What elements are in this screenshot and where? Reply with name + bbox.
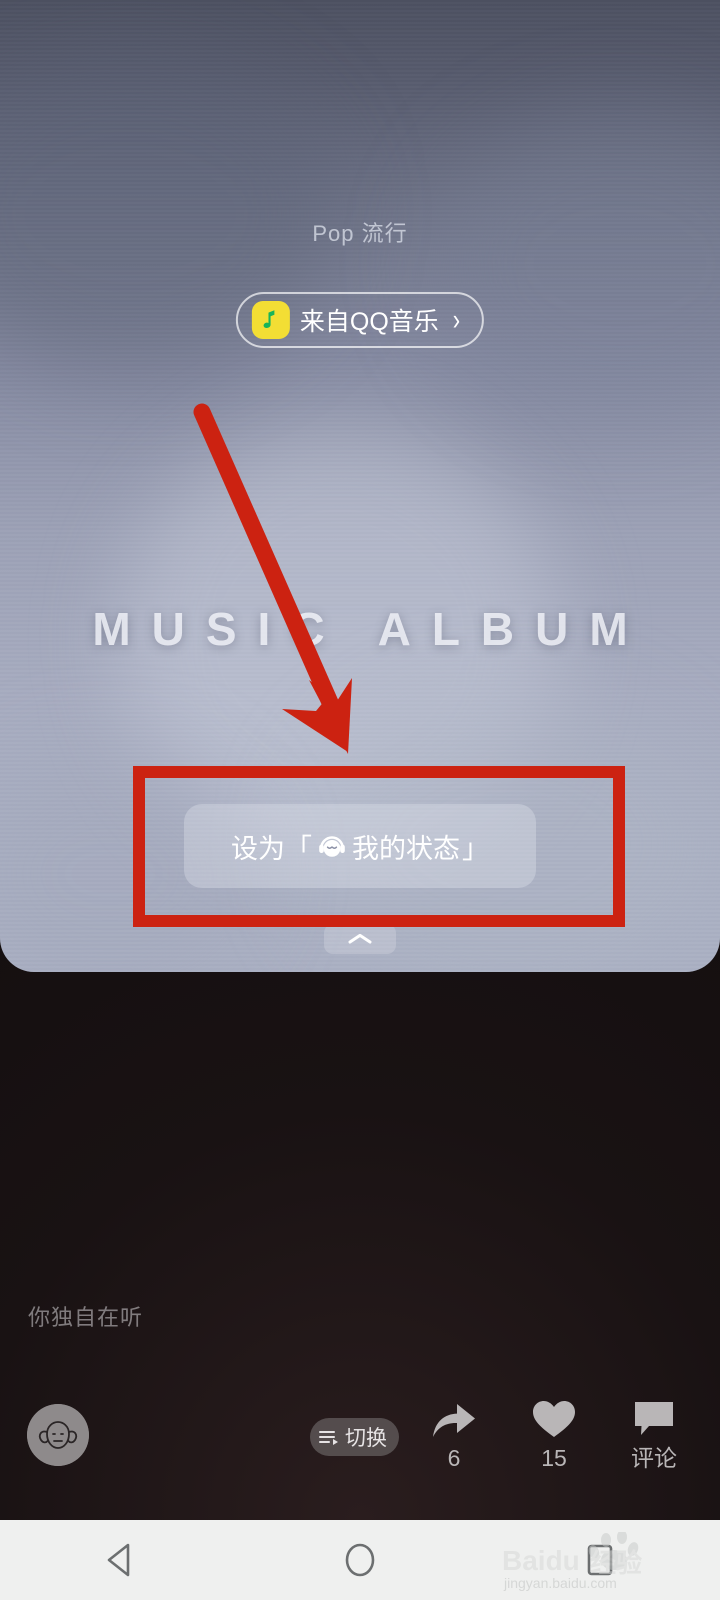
share-count: 6: [447, 1445, 461, 1471]
comment-label: 评论: [631, 1445, 677, 1471]
card-expand-handle[interactable]: [324, 924, 396, 954]
music-status-card: Pop 流行 来自QQ音乐 › MUSIC ALBUM 设为「 我的状态 」: [0, 0, 720, 972]
switch-source-label: 切换: [345, 1427, 387, 1450]
qq-music-note-icon: [251, 301, 290, 339]
nav-recents-button[interactable]: [540, 1520, 660, 1600]
album-wordmark: MUSIC ALBUM: [92, 603, 649, 655]
comment-button[interactable]: 评论: [606, 1396, 702, 1470]
back-triangle-icon: [107, 1543, 130, 1577]
share-button[interactable]: 6: [406, 1396, 502, 1470]
playlist-icon: [319, 1431, 338, 1445]
like-button[interactable]: 15: [506, 1396, 602, 1470]
listening-note: 你独自在听: [28, 1305, 144, 1330]
share-icon: [406, 1396, 502, 1442]
nav-home-button[interactable]: [300, 1520, 420, 1600]
switch-source-button[interactable]: 切换: [310, 1418, 399, 1456]
nav-back-button[interactable]: [60, 1520, 180, 1600]
chevron-up-icon: [348, 933, 372, 944]
android-navigation-bar: [0, 1520, 720, 1600]
comment-icon: [606, 1396, 702, 1442]
annotation-highlight-rectangle: [133, 766, 625, 927]
source-chip-qq-music[interactable]: 来自QQ音乐 ›: [235, 292, 485, 348]
like-count: 15: [541, 1445, 567, 1471]
recents-square-icon: [587, 1544, 613, 1576]
genre-label: Pop 流行: [312, 221, 408, 246]
chevron-right-icon: ›: [452, 302, 461, 337]
phone-screen: Pop 流行 来自QQ音乐 › MUSIC ALBUM 设为「 我的状态 」 你…: [0, 0, 720, 1600]
user-avatar[interactable]: [27, 1404, 89, 1466]
heart-icon: [506, 1396, 602, 1442]
source-chip-label: 来自QQ音乐: [299, 308, 439, 336]
home-circle-icon: [345, 1543, 375, 1577]
